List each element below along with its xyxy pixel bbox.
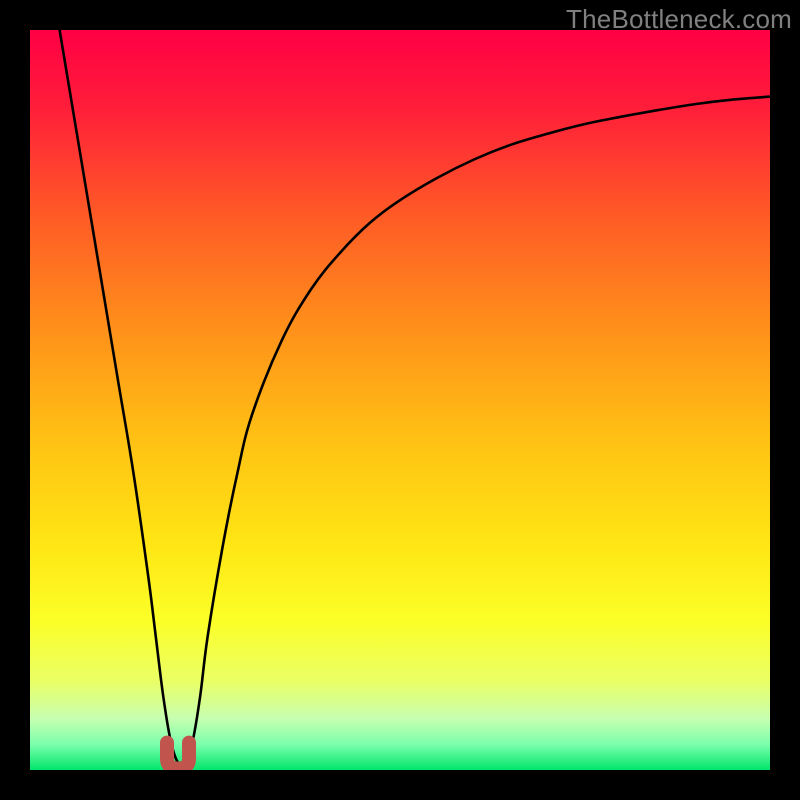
plot-area: [30, 30, 770, 770]
watermark-text: TheBottleneck.com: [566, 4, 792, 35]
gradient-background: [30, 30, 770, 770]
plot-svg: [30, 30, 770, 770]
chart-frame: TheBottleneck.com: [0, 0, 800, 800]
